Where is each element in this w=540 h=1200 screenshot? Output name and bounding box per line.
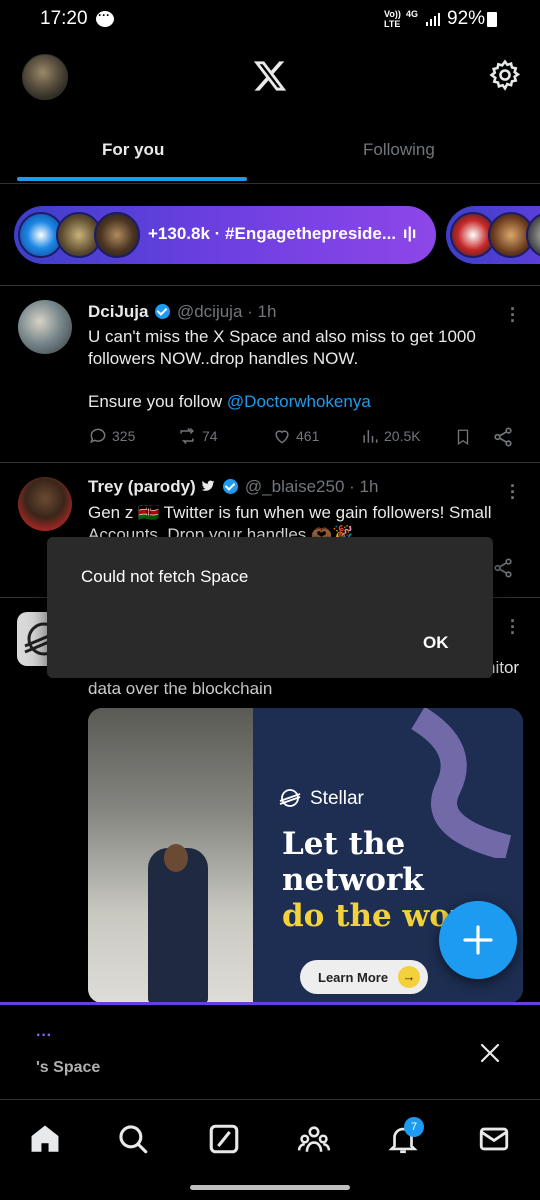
audio-wave-icon: ı|ı <box>403 225 417 242</box>
retweet-count: 74 <box>202 428 218 444</box>
space-title: 's Space <box>36 1059 101 1076</box>
notification-count-badge: 7 <box>404 1117 424 1137</box>
close-icon[interactable] <box>478 1041 502 1065</box>
tab-for-you[interactable]: For you <box>102 140 164 160</box>
stellar-logo-icon <box>279 789 301 807</box>
space-mini-player[interactable]: ··· 's Space <box>0 1002 540 1100</box>
message-notification-icon <box>96 8 114 27</box>
view-count: 20.5K <box>384 428 421 444</box>
author-name[interactable]: DciJuja <box>88 302 148 321</box>
ok-button[interactable]: OK <box>423 633 449 653</box>
active-tab-indicator <box>17 177 247 181</box>
profile-avatar[interactable] <box>22 54 68 100</box>
plus-icon <box>463 925 493 955</box>
author-handle-time: @_blaise250 · 1h <box>244 477 379 496</box>
settings-gear-icon[interactable] <box>488 58 522 92</box>
home-icon[interactable] <box>28 1122 62 1156</box>
more-options-icon[interactable]: · · · <box>510 477 516 507</box>
author-avatar[interactable] <box>18 300 72 354</box>
tweet-text: U can't miss the X Space and also miss t… <box>88 327 476 368</box>
space-card-live[interactable]: +130.8k · #Engagethepreside... ı|ı <box>14 206 436 264</box>
status-bar: 17:20 Vo)) LTE 4G 92% <box>0 0 540 40</box>
network-type-indicator: 4G <box>406 9 419 19</box>
compose-fab-button[interactable] <box>439 901 517 979</box>
arrow-right-icon: → <box>398 966 420 988</box>
top-app-bar <box>0 40 540 112</box>
reply-count: 325 <box>112 428 136 444</box>
verified-badge-icon <box>155 304 171 319</box>
author-avatar[interactable] <box>18 477 72 531</box>
like-button[interactable]: 461 <box>272 426 319 446</box>
author-name[interactable]: Trey (parody) <box>88 477 196 496</box>
reply-button[interactable]: 325 <box>88 426 135 446</box>
tweet-actions: 325 74 461 20.5K <box>88 426 518 450</box>
share-icon[interactable] <box>492 426 514 448</box>
heart-icon <box>275 430 289 444</box>
author-handle-time: @dcijuja · 1h <box>176 302 277 321</box>
battery-percent: 92% <box>447 8 486 29</box>
person-head <box>164 844 188 872</box>
reply-icon <box>90 428 106 444</box>
tab-following[interactable]: Following <box>363 140 435 160</box>
learn-more-button[interactable]: Learn More → <box>300 960 428 994</box>
dialog-message: Could not fetch Space <box>81 567 249 586</box>
error-dialog: Could not fetch Space OK <box>47 537 493 678</box>
status-time: 17:20 <box>40 8 88 29</box>
tweet-text-follow: Ensure you follow @Doctorwhokenya <box>88 392 371 411</box>
space-loading-dots: ··· <box>36 1027 52 1044</box>
tweet[interactable]: DciJuja @dcijuja · 1h · · · U can't miss t… <box>0 286 540 463</box>
views-chart-icon <box>363 430 378 443</box>
battery-icon <box>487 12 497 27</box>
timeline-tabs: For you Following <box>0 122 540 184</box>
more-options-icon[interactable]: · · · <box>510 300 516 330</box>
tweet-text: Gen z 🇰🇪 Twitter is fun when we gain fol… <box>88 503 492 540</box>
more-options-icon[interactable]: · · · <box>510 612 516 642</box>
search-icon[interactable] <box>116 1122 150 1156</box>
communities-icon[interactable] <box>297 1122 331 1156</box>
spaces-carousel: +130.8k · #Engagethepreside... ı|ı <box>0 184 540 286</box>
verified-badge-icon <box>223 479 239 494</box>
retweet-button[interactable]: 74 <box>176 426 218 446</box>
mention-link[interactable]: @Doctorwhokenya <box>227 392 371 411</box>
like-count: 461 <box>296 428 320 444</box>
x-logo-icon[interactable] <box>252 58 288 94</box>
grok-icon[interactable] <box>207 1122 241 1156</box>
ad-brand-name: Stellar <box>310 788 364 809</box>
share-icon[interactable] <box>492 557 514 579</box>
volte-indicator: Vo)) LTE <box>384 9 401 29</box>
views-button[interactable]: 20.5K <box>360 426 421 446</box>
bookmark-icon[interactable] <box>454 426 472 448</box>
signal-icon <box>426 12 440 26</box>
space-card-live[interactable] <box>446 206 540 264</box>
space-speaker-avatar <box>94 212 140 258</box>
messages-envelope-icon[interactable] <box>477 1122 511 1156</box>
retweet-icon <box>180 427 194 445</box>
tweet-text: data over the blockchain <box>88 679 273 698</box>
twitter-bird-icon <box>202 480 215 491</box>
gesture-home-indicator[interactable] <box>190 1185 350 1190</box>
space-listeners-topic: +130.8k · #Engagethepreside... <box>148 224 397 243</box>
